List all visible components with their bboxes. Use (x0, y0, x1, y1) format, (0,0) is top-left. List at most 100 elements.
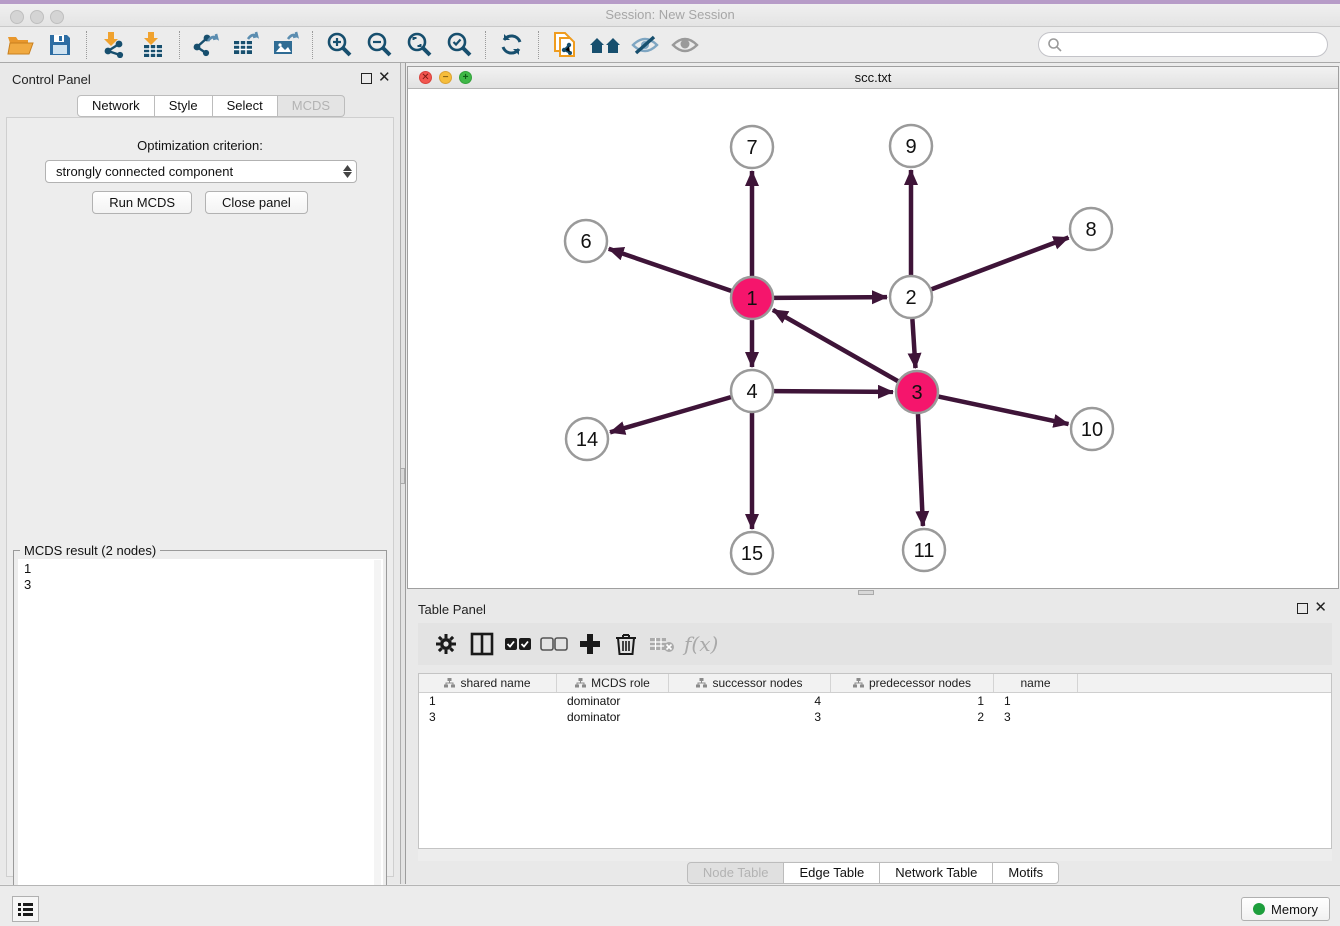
graph-node-6[interactable]: 6 (565, 220, 607, 262)
zoom-out-icon[interactable] (362, 30, 396, 60)
refresh-icon[interactable] (495, 30, 529, 60)
table-cell[interactable]: 1 (419, 693, 557, 709)
export-network-icon[interactable] (189, 30, 223, 60)
table-cell[interactable]: 3 (669, 709, 831, 725)
node-table[interactable]: shared nameMCDS rolesuccessor nodesprede… (418, 673, 1332, 849)
graph-node-14[interactable]: 14 (566, 418, 608, 460)
graph-edge-3-11[interactable] (918, 414, 923, 526)
network-maximize-icon[interactable]: + (459, 71, 472, 84)
memory-label: Memory (1271, 902, 1318, 917)
mcds-result-textarea[interactable]: 13 (18, 559, 383, 921)
deselect-all-icon[interactable] (536, 629, 572, 659)
graph-node-2[interactable]: 2 (890, 276, 932, 318)
run-mcds-button[interactable]: Run MCDS (92, 191, 192, 214)
show-all-icon[interactable] (668, 30, 702, 60)
network-graph[interactable]: 7 9 6 8 1 2 4 3 14 10 15 11 (408, 89, 1338, 588)
table-scrollbar-track[interactable] (418, 849, 1332, 861)
network-close-icon[interactable]: ✕ (419, 71, 432, 84)
add-column-icon[interactable] (572, 629, 608, 659)
graph-edge-4-14[interactable] (610, 397, 731, 432)
table-cell[interactable]: 3 (419, 709, 557, 725)
svg-text:11: 11 (914, 540, 935, 562)
float-panel-icon[interactable] (361, 73, 372, 84)
graph-edge-2-8[interactable] (932, 237, 1069, 289)
control-panel: Control Panel ✕ Network Style Select MCD… (0, 63, 400, 884)
new-network-from-selection-icon[interactable] (548, 30, 582, 60)
memory-button[interactable]: Memory (1241, 897, 1330, 921)
tab-node-table[interactable]: Node Table (687, 862, 785, 884)
tab-motifs[interactable]: Motifs (993, 862, 1059, 884)
graph-edge-4-3[interactable] (774, 391, 893, 392)
open-file-icon[interactable] (3, 30, 37, 60)
graph-node-11[interactable]: 11 (903, 529, 945, 571)
search-input[interactable] (1063, 35, 1327, 55)
graph-node-7[interactable]: 7 (731, 126, 773, 168)
save-session-icon[interactable] (43, 30, 77, 60)
graph-edge-3-1[interactable] (773, 310, 898, 381)
tab-mcds[interactable]: MCDS (278, 95, 345, 117)
close-panel-icon[interactable]: ✕ (1314, 599, 1327, 617)
select-all-icon[interactable] (500, 629, 536, 659)
table-cell[interactable]: 3 (994, 709, 1078, 725)
tab-style[interactable]: Style (155, 95, 213, 117)
graph-node-10[interactable]: 10 (1071, 408, 1113, 450)
table-cell[interactable]: 1 (831, 693, 994, 709)
export-table-icon[interactable] (229, 30, 263, 60)
table-row[interactable]: 1dominator411 (419, 693, 1331, 709)
tab-network-table[interactable]: Network Table (880, 862, 993, 884)
table-row[interactable]: 3dominator323 (419, 709, 1331, 725)
graph-edge-2-3[interactable] (912, 319, 915, 368)
criterion-select[interactable]: strongly connected component (45, 160, 357, 183)
splitter-grip[interactable] (400, 468, 405, 484)
graph-edge-1-2[interactable] (774, 297, 887, 298)
close-panel-icon[interactable]: ✕ (378, 69, 391, 87)
graph-node-9[interactable]: 9 (890, 125, 932, 167)
search-box[interactable] (1038, 32, 1328, 57)
close-panel-button[interactable]: Close panel (205, 191, 308, 214)
window-minimize-icon[interactable] (30, 10, 44, 24)
delete-icon[interactable] (608, 629, 644, 659)
window-zoom-icon[interactable] (50, 10, 64, 24)
column-header-MCDS-role[interactable]: MCDS role (557, 674, 669, 692)
graph-node-8[interactable]: 8 (1070, 208, 1112, 250)
graph-node-15[interactable]: 15 (731, 532, 773, 574)
table-cell[interactable]: dominator (557, 709, 669, 725)
tab-edge-table[interactable]: Edge Table (784, 862, 880, 884)
horizontal-splitter[interactable] (406, 589, 1340, 597)
network-canvas[interactable]: 7 9 6 8 1 2 4 3 14 10 15 11 (408, 89, 1338, 588)
network-window-titlebar[interactable]: ✕ − + scc.txt (408, 67, 1338, 89)
graph-node-1[interactable]: 1 (731, 277, 773, 319)
column-header-name[interactable]: name (994, 674, 1078, 692)
column-header-shared-name[interactable]: shared name (419, 674, 557, 692)
float-panel-icon[interactable] (1297, 603, 1308, 614)
graph-edge-1-6[interactable] (609, 249, 731, 291)
export-image-icon[interactable] (269, 30, 303, 60)
import-network-icon[interactable] (96, 30, 130, 60)
splitter-grip[interactable] (858, 590, 874, 595)
table-cell[interactable]: dominator (557, 693, 669, 709)
import-table-icon[interactable] (136, 30, 170, 60)
result-scrollbar[interactable] (374, 560, 381, 920)
graph-node-3[interactable]: 3 (896, 371, 938, 413)
svg-text:8: 8 (1085, 219, 1096, 241)
tab-network[interactable]: Network (77, 95, 155, 117)
zoom-selected-icon[interactable] (442, 30, 476, 60)
network-minimize-icon[interactable]: − (439, 71, 452, 84)
graph-node-4[interactable]: 4 (731, 370, 773, 412)
tab-select[interactable]: Select (213, 95, 278, 117)
column-header-predecessor-nodes[interactable]: predecessor nodes (831, 674, 994, 692)
window-close-icon[interactable] (10, 10, 24, 24)
zoom-in-icon[interactable] (322, 30, 356, 60)
table-cell[interactable]: 4 (669, 693, 831, 709)
table-cell[interactable]: 1 (994, 693, 1078, 709)
first-neighbors-icon[interactable] (588, 30, 622, 60)
table-cell[interactable]: 2 (831, 709, 994, 725)
zoom-fit-icon[interactable] (402, 30, 436, 60)
gear-icon[interactable] (428, 629, 464, 659)
column-header-successor-nodes[interactable]: successor nodes (669, 674, 831, 692)
graph-edge-3-10[interactable] (939, 397, 1069, 424)
hide-selected-icon[interactable] (628, 30, 662, 60)
tree-sort-icon (853, 678, 864, 688)
task-history-button[interactable] (12, 896, 39, 922)
split-view-icon[interactable] (464, 629, 500, 659)
